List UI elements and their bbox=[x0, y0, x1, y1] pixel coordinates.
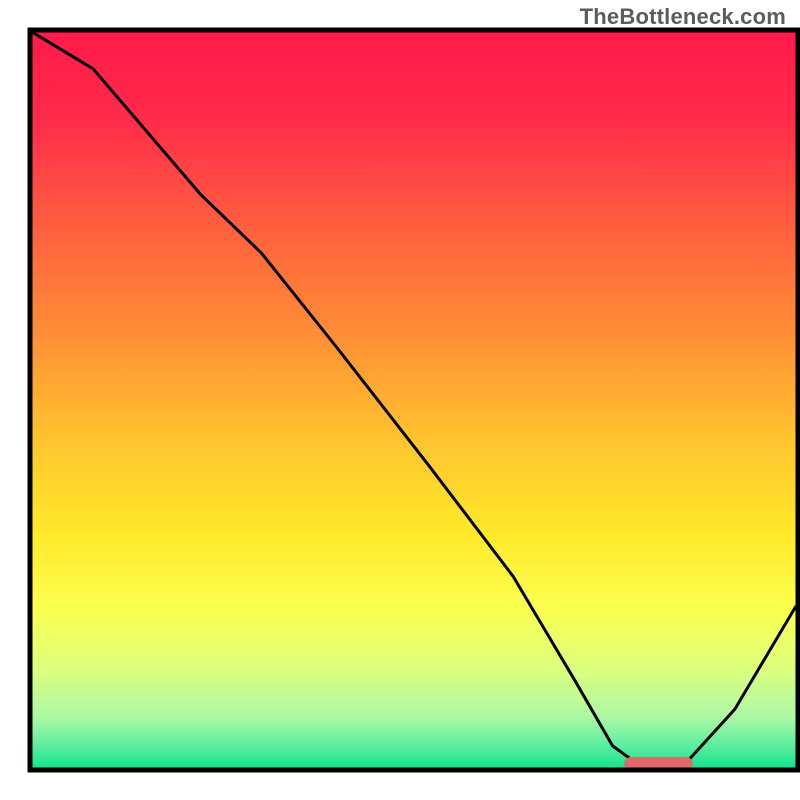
bottleneck-plot bbox=[0, 0, 800, 800]
chart-frame: TheBottleneck.com bbox=[0, 0, 800, 800]
gradient-background bbox=[32, 32, 796, 768]
